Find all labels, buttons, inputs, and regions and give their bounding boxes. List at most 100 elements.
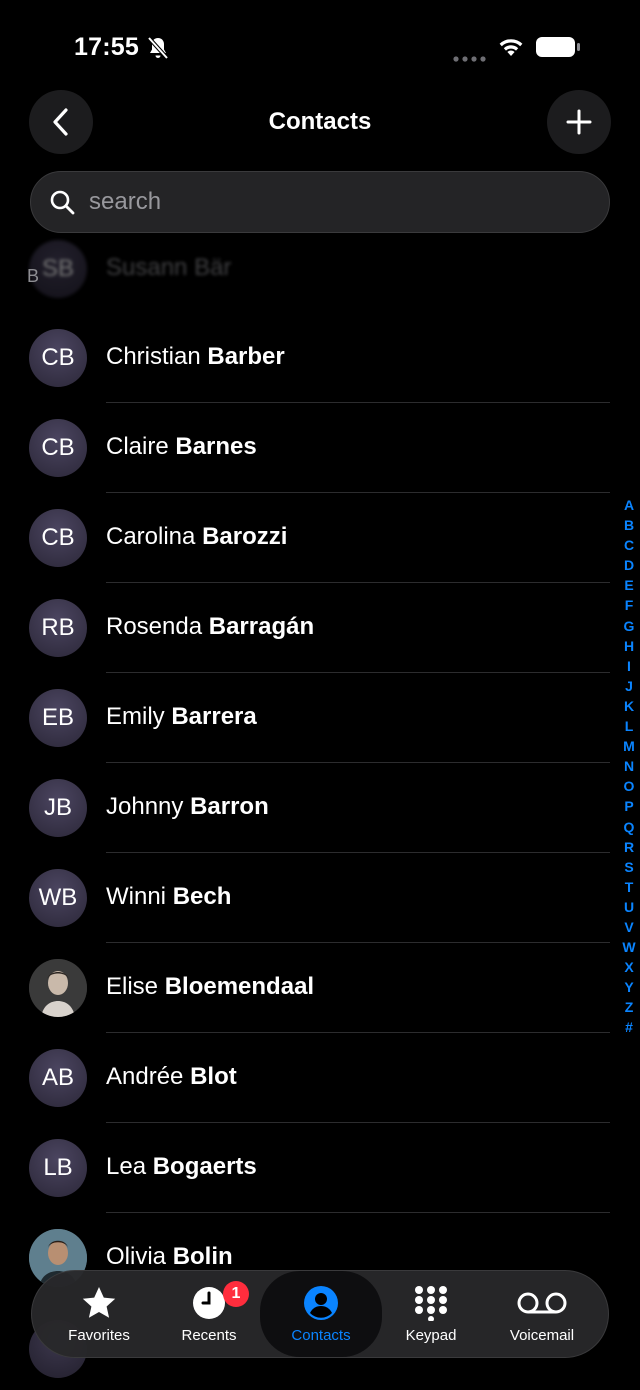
contact-row[interactable]: JB Johnny Barron [0,763,640,853]
plus-icon [566,109,592,135]
index-letter[interactable]: K [619,696,639,716]
contact-row[interactable]: EB Emily Barrera [0,673,640,763]
contact-name: Carolina Barozzi [106,523,287,551]
index-letter[interactable]: D [619,555,639,575]
index-letter[interactable]: W [619,937,639,957]
avatar: JB [29,779,87,837]
tab-label: Voicemail [509,1327,575,1344]
first-name: Rosenda [106,613,203,640]
index-letter[interactable]: J [619,676,639,696]
last-name: Bloemendaal [164,973,315,1000]
index-letter[interactable]: I [619,656,639,676]
index-letter[interactable]: # [619,1017,639,1037]
search-icon [50,190,75,215]
avatar: CB [29,419,87,477]
clock-icon [193,1287,225,1319]
battery-icon [535,36,581,63]
recents-badge: 1 [223,1281,249,1307]
contact-name: Rosenda Barragán [106,613,314,641]
contact-name: Olivia Bolin [106,1243,233,1271]
index-letter[interactable]: A [619,495,639,515]
contact-name: Elise Bloemendaal [106,973,314,1001]
last-name: Bech [172,883,232,910]
index-letter[interactable]: T [619,877,639,897]
tab-favorites[interactable]: Favorites [44,1271,154,1357]
bell-muted-icon [147,36,169,65]
index-letter[interactable]: G [619,616,639,636]
page-title: Contacts [268,108,372,135]
tab-label: Keypad [405,1327,457,1344]
contact-name: Andrée Blot [106,1063,237,1091]
index-letter[interactable]: P [619,796,639,816]
avatar: CB [29,509,87,567]
nav-bar: Contacts [0,88,640,158]
status-time: 17:55 [74,33,139,61]
voicemail-icon [517,1292,567,1314]
index-letter[interactable]: V [619,917,639,937]
index-letter[interactable]: Y [619,977,639,997]
index-letter[interactable]: Z [619,997,639,1017]
tab-voicemail[interactable]: Voicemail [487,1271,597,1357]
index-letter[interactable]: Q [619,817,639,837]
tab-recents[interactable]: Recents [154,1271,264,1357]
avatar: RB [29,599,87,657]
index-letter[interactable]: F [619,595,639,615]
last-name: Barozzi [202,523,288,550]
index-letter[interactable]: O [619,776,639,796]
last-name: Barrera [171,703,257,730]
last-name: Bolin [172,1243,233,1270]
last-name: Blot [190,1063,237,1090]
person-photo-icon [29,959,87,1017]
contact-row[interactable]: CB Carolina Barozzi [0,493,640,583]
contact-row[interactable]: AB Andrée Blot [0,1033,640,1123]
index-letter[interactable]: L [619,716,639,736]
keypad-icon [415,1286,447,1321]
tab-label: Favorites [68,1327,130,1344]
signal-dots-icon [453,49,487,67]
first-name: Carolina [106,523,196,550]
index-letter[interactable]: X [619,957,639,977]
contact-row[interactable]: CB Christian Barber [0,313,640,403]
index-letter[interactable]: E [619,575,639,595]
star-icon [82,1287,116,1318]
faded-contact-row[interactable]: SB Susann Bär [0,240,640,310]
first-name: Olivia [106,1243,167,1270]
tab-keypad[interactable]: Keypad [376,1271,486,1357]
index-letter[interactable]: R [619,837,639,857]
first-name: Andrée [106,1063,184,1090]
first-name: Winni [106,883,167,910]
index-letter[interactable]: B [619,515,639,535]
avatar-photo [29,959,87,1017]
last-name: Barnes [175,433,257,460]
last-name: Barber [207,343,285,370]
index-letter[interactable]: U [619,897,639,917]
contact-name: Johnny Barron [106,793,269,821]
contact-row[interactable]: WB Winni Bech [0,853,640,943]
index-letter[interactable]: S [619,857,639,877]
contact-row[interactable]: LB Lea Bogaerts [0,1123,640,1213]
first-name: Emily [106,703,165,730]
last-name: Barragán [208,613,315,640]
contact-row[interactable]: Elise Bloemendaal [0,943,640,1033]
search-input[interactable] [87,187,571,217]
avatar: EB [29,689,87,747]
index-letter[interactable]: H [619,636,639,656]
avatar: WB [29,869,87,927]
last-name: Barron [190,793,269,820]
alphabet-index[interactable]: A B C D E F G H I J K L M N O P Q R S T … [619,495,639,1038]
index-letter[interactable]: N [619,756,639,776]
search-bar[interactable] [30,171,610,233]
last-name: Bogaerts [152,1153,257,1180]
contact-row[interactable]: CB Claire Barnes [0,403,640,493]
index-letter[interactable]: C [619,535,639,555]
add-contact-button[interactable] [547,90,611,154]
first-name: Elise [106,973,159,1000]
contact-row[interactable]: RB Rosenda Barragán [0,583,640,673]
wifi-icon [497,36,525,63]
tab-contacts[interactable]: Contacts [260,1271,382,1357]
section-header: B [27,266,40,286]
first-name: Christian [106,343,201,370]
index-letter[interactable]: M [619,736,639,756]
tab-label: Recents [181,1327,237,1344]
first-name: Lea [106,1153,147,1180]
